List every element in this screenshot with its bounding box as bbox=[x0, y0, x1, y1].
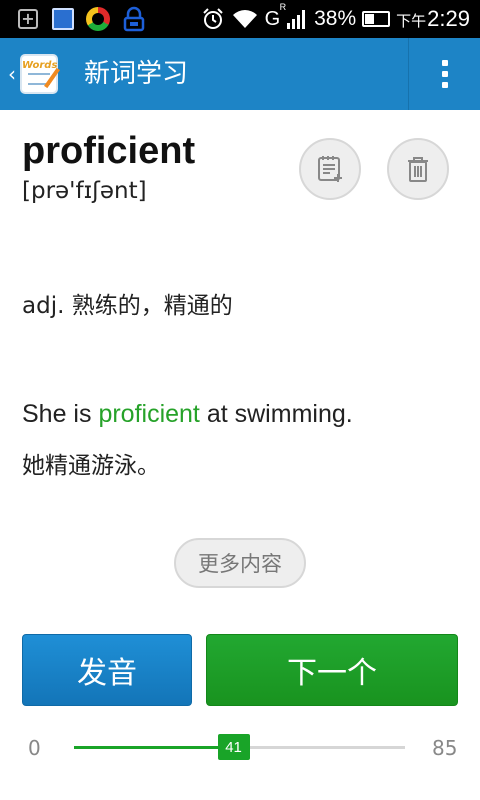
app-logo-icon: Words bbox=[20, 54, 60, 94]
more-content-button[interactable]: 更多内容 bbox=[174, 538, 306, 588]
app-bar: ‹ Words 新词学习 bbox=[0, 38, 480, 110]
next-word-button[interactable]: 下一个 bbox=[206, 634, 458, 706]
chevron-left-icon: ‹ bbox=[8, 62, 16, 86]
back-button[interactable]: ‹ Words bbox=[4, 38, 74, 110]
word-definition: adj. 熟练的，精通的 bbox=[22, 293, 233, 319]
add-to-notebook-button[interactable] bbox=[299, 138, 361, 200]
example-sentence-zh: 她精通游泳。 bbox=[22, 453, 160, 479]
dictionary-notification-icon bbox=[86, 7, 110, 31]
signal-icon bbox=[287, 10, 306, 29]
overflow-menu-icon bbox=[441, 60, 448, 66]
status-bar: + GR 38% 下午2:29 bbox=[0, 0, 480, 38]
delete-word-button[interactable] bbox=[387, 138, 449, 200]
wifi-icon bbox=[232, 10, 257, 28]
lock-notification-icon bbox=[122, 6, 146, 32]
trash-icon bbox=[408, 157, 428, 182]
overflow-menu-button[interactable] bbox=[408, 38, 480, 110]
battery-percent: 38% bbox=[314, 7, 357, 30]
example-highlight: proficient bbox=[98, 400, 200, 428]
pronounce-button[interactable]: 发音 bbox=[22, 634, 192, 706]
progress-fill bbox=[74, 746, 234, 749]
add-notification-icon: + bbox=[18, 9, 38, 29]
progress-slider[interactable]: 41 bbox=[74, 734, 405, 760]
example-sentence-en: She is proficient at swimming. bbox=[22, 400, 353, 428]
alarm-icon bbox=[202, 8, 223, 29]
note-add-icon bbox=[318, 156, 342, 182]
progress-min-label: 0 bbox=[28, 736, 41, 760]
gallery-notification-icon bbox=[52, 8, 74, 30]
clock: 下午2:29 bbox=[396, 6, 470, 31]
battery-icon bbox=[362, 11, 391, 27]
progress-thumb[interactable]: 41 bbox=[217, 734, 250, 760]
network-type-label: GR bbox=[264, 1, 287, 30]
progress-max-label: 85 bbox=[432, 736, 458, 760]
word-title: proficient bbox=[22, 130, 196, 172]
word-phonetic: [prə'fɪʃənt] bbox=[22, 178, 147, 204]
page-title: 新词学习 bbox=[84, 59, 189, 89]
